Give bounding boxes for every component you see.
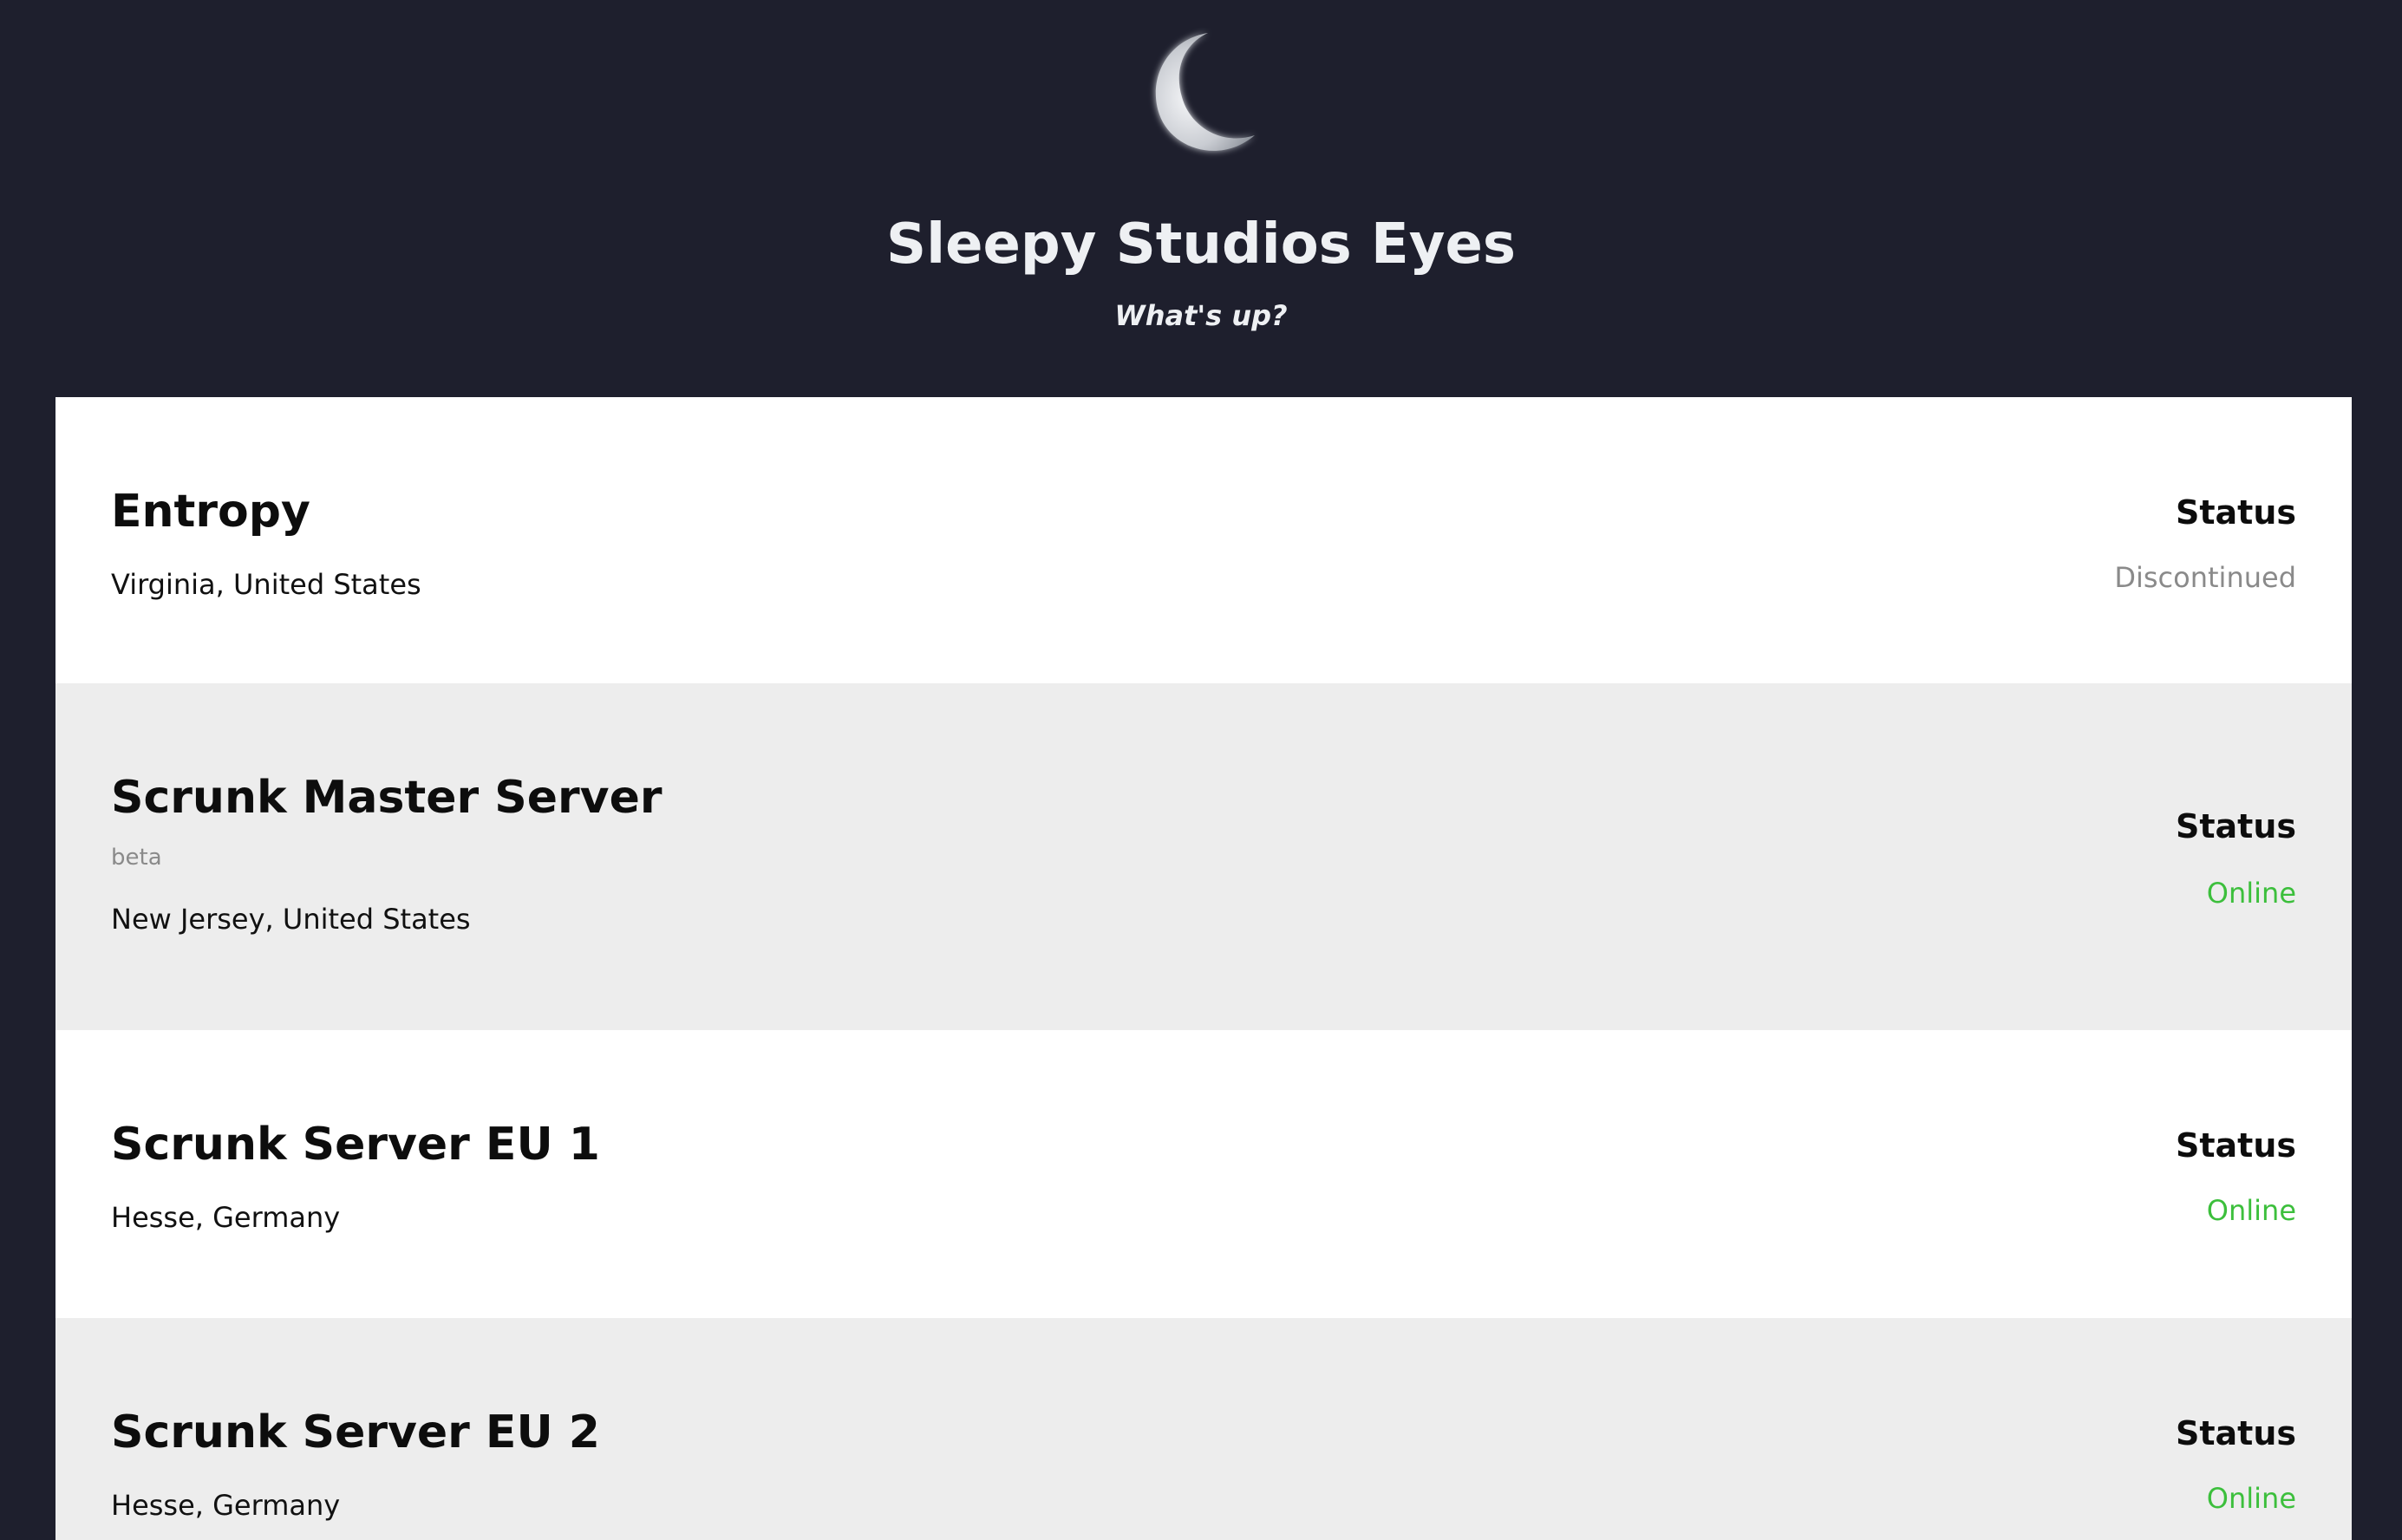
- server-name: Scrunk Server EU 1: [111, 1119, 600, 1171]
- status-value: Online: [2206, 1482, 2296, 1515]
- status-label: Status: [2175, 493, 2296, 532]
- server-location: Virginia, United States: [111, 568, 421, 601]
- site-tagline: What's up?: [1114, 299, 1288, 332]
- status-label: Status: [2175, 807, 2296, 845]
- server-name: Scrunk Server EU 2: [111, 1406, 600, 1458]
- crescent-moon-icon: [1155, 33, 1255, 151]
- server-card: Scrunk Server EU 1 Hesse, Germany Status…: [55, 1030, 2352, 1318]
- status-label: Status: [2175, 1414, 2296, 1452]
- server-card: Entropy Virginia, United States Status D…: [55, 397, 2352, 683]
- status-value: Online: [2206, 1194, 2296, 1227]
- status-label: Status: [2175, 1126, 2296, 1165]
- site-title: Sleepy Studios Eyes: [886, 212, 1516, 277]
- status-value: Discontinued: [2114, 561, 2296, 594]
- server-name: Scrunk Master Server: [111, 772, 663, 824]
- server-card: Scrunk Server EU 2 Hesse, Germany Status…: [55, 1318, 2352, 1540]
- server-list: Entropy Virginia, United States Status D…: [55, 397, 2352, 1540]
- server-tag-badge: beta: [111, 845, 162, 871]
- status-value: Online: [2206, 877, 2296, 910]
- server-location: Hesse, Germany: [111, 1201, 341, 1234]
- server-location: Hesse, Germany: [111, 1489, 341, 1522]
- page-header: Sleepy Studios Eyes What's up?: [0, 0, 2402, 397]
- server-name: Entropy: [111, 486, 310, 538]
- server-location: New Jersey, United States: [111, 903, 471, 936]
- server-card: Scrunk Master Server beta New Jersey, Un…: [55, 683, 2352, 1030]
